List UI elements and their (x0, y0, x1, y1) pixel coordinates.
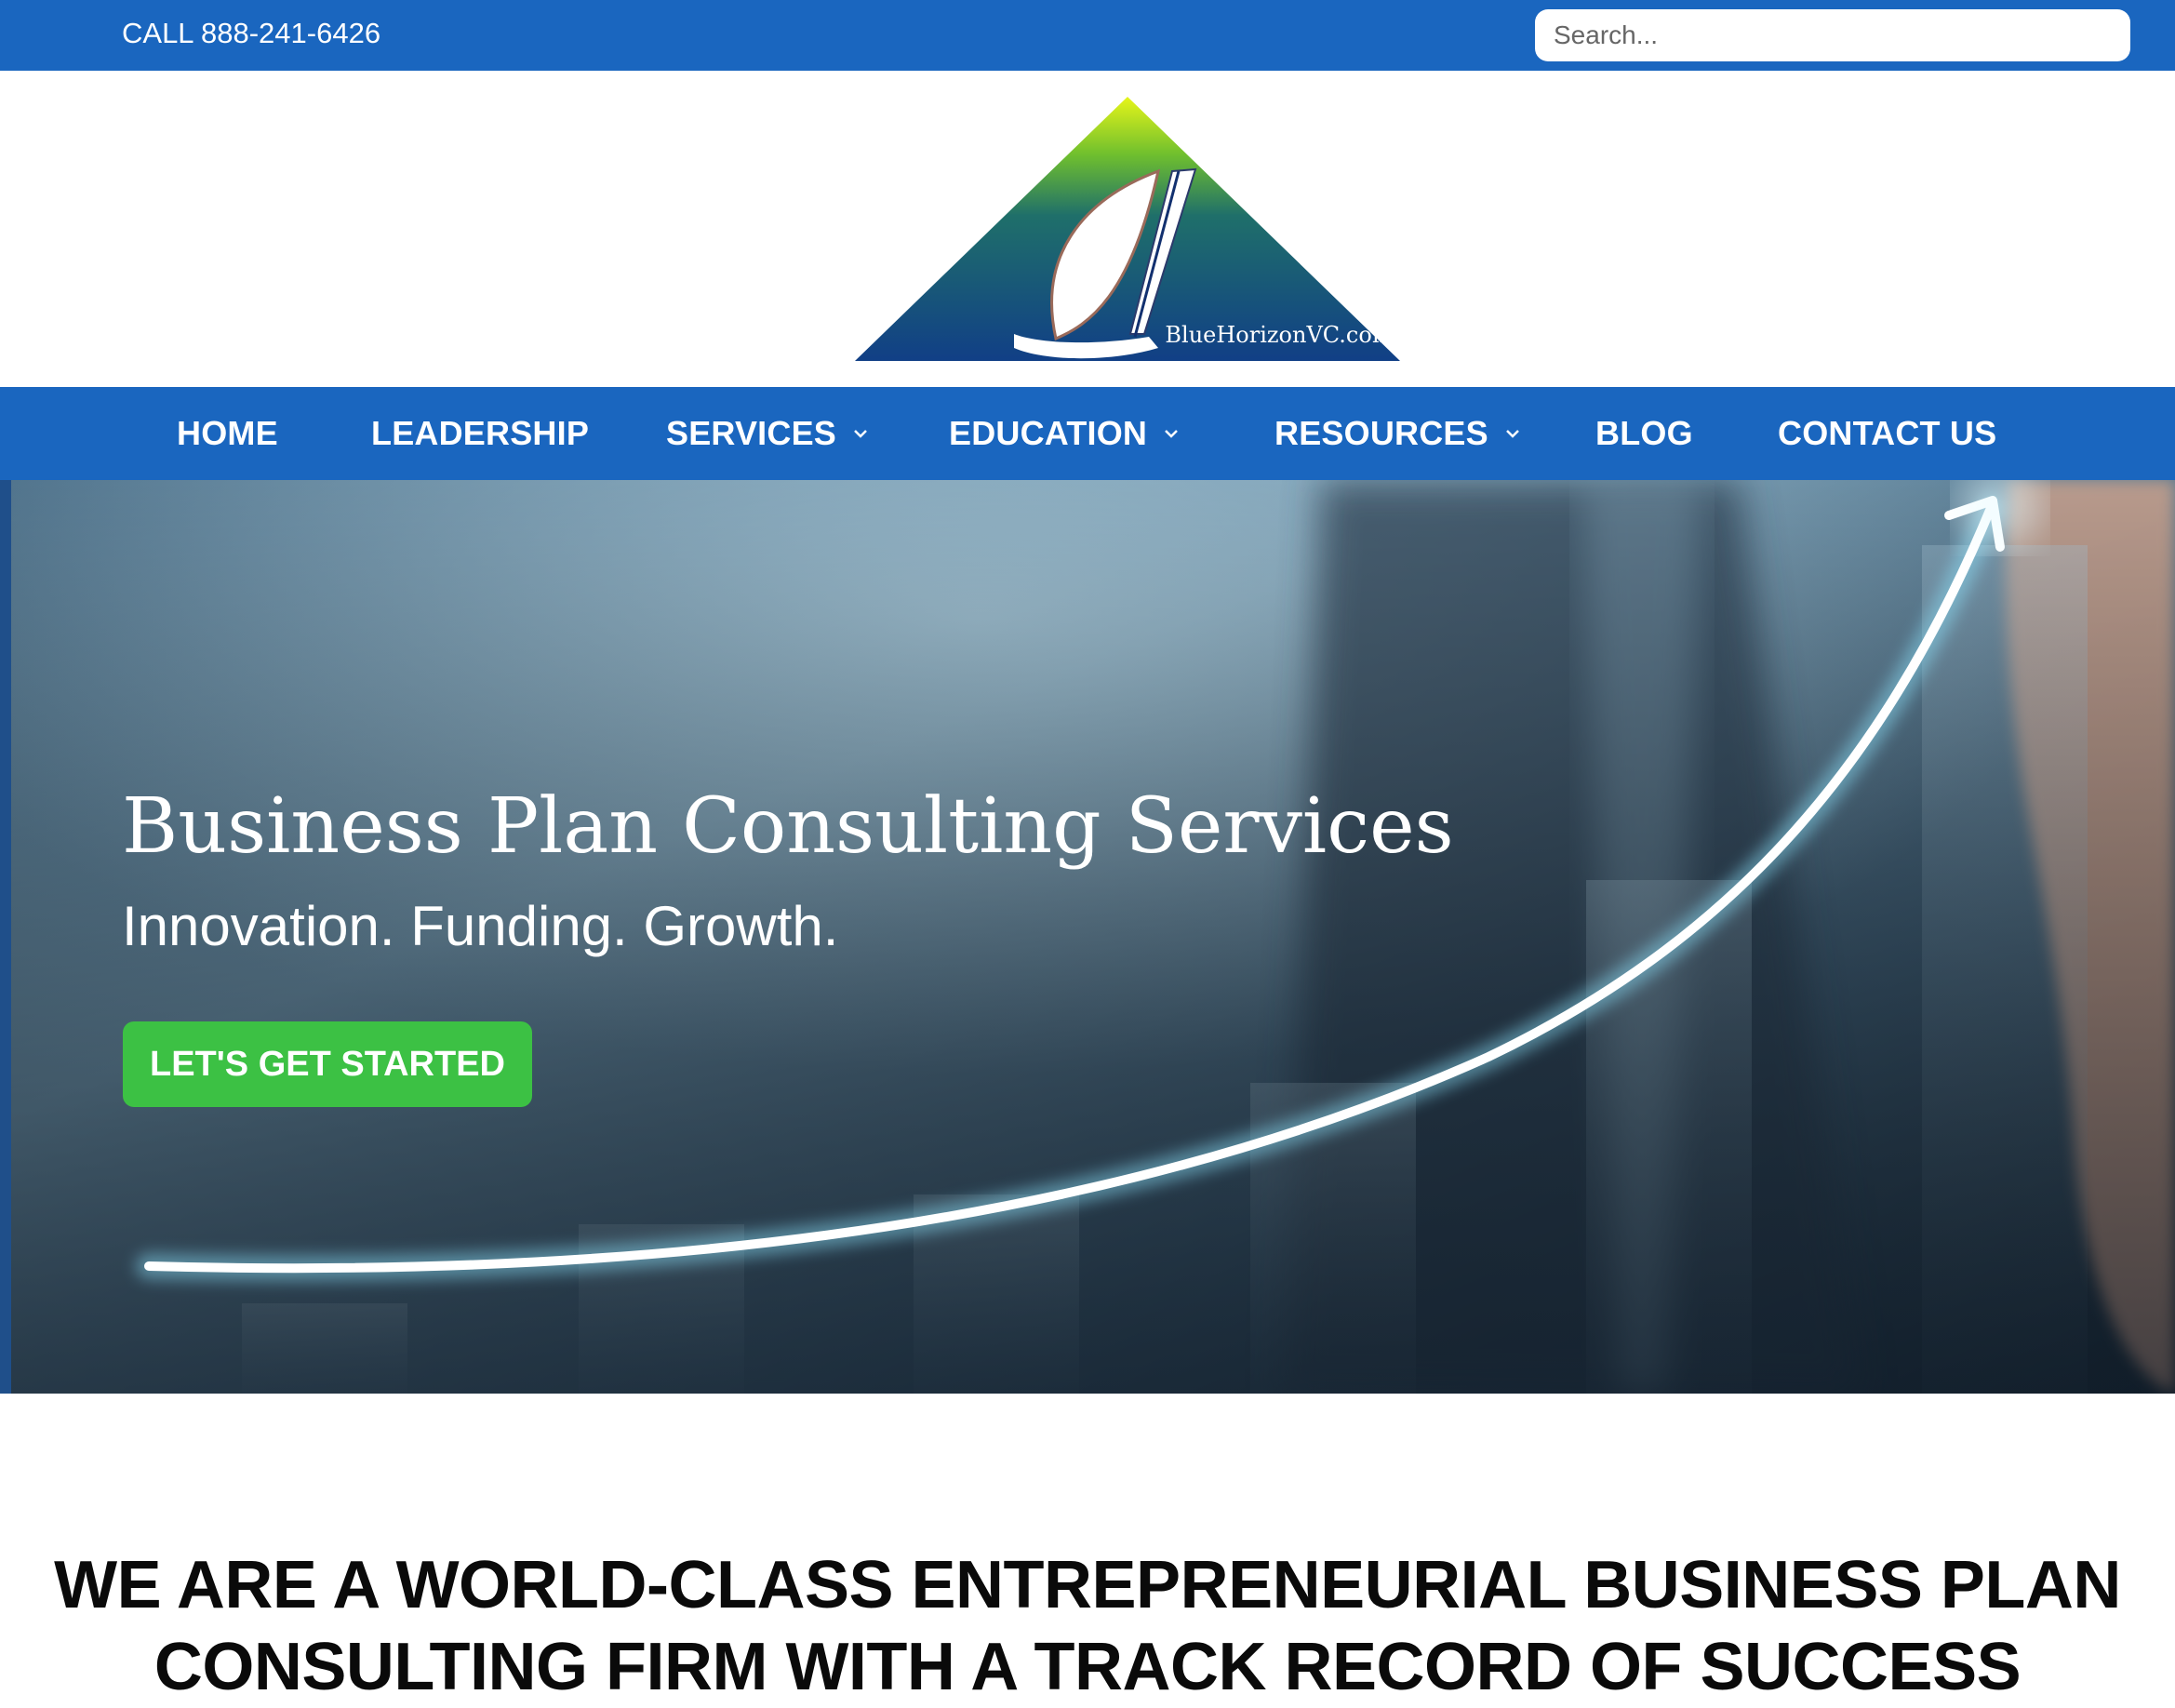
hero-title: Business Plan Consulting Services (122, 782, 1454, 871)
nav-item-label: EDUCATION (949, 414, 1148, 452)
nav-item-label: HOME (177, 414, 278, 452)
nav-item-resources[interactable]: RESOURCES (1274, 387, 1520, 480)
main-navigation: HOME LEADERSHIP SERVICES EDUCATION RESOU… (0, 387, 2175, 480)
hero-banner: Business Plan Consulting Services Innova… (0, 480, 2175, 1394)
phone-number[interactable]: CALL 888-241-6426 (122, 15, 380, 52)
intro-headline-line1: WE ARE A WORLD-CLASS ENTREPRENEURIAL BUS… (54, 1548, 2121, 1622)
logo-wordmark: BlueHorizonVC.com (1165, 322, 1393, 348)
nav-item-education[interactable]: EDUCATION (949, 387, 1179, 480)
nav-item-label: CONTACT US (1778, 414, 1997, 452)
chevron-down-icon (854, 430, 867, 438)
chevron-down-icon (1165, 430, 1179, 438)
nav-item-label: RESOURCES (1274, 414, 1488, 452)
intro-headline-line2: CONSULTING FIRM WITH A TRACK RECORD OF S… (153, 1630, 2022, 1704)
chevron-down-icon (1505, 430, 1519, 438)
nav-item-contact-us[interactable]: CONTACT US (1778, 387, 1996, 480)
header-logo-area: BlueHorizonVC.com (0, 71, 2175, 387)
nav-item-blog[interactable]: BLOG (1595, 387, 1693, 480)
get-started-button[interactable]: LET'S GET STARTED (123, 1021, 532, 1107)
nav-item-leadership[interactable]: LEADERSHIP (371, 387, 589, 480)
nav-item-label: SERVICES (666, 414, 837, 452)
intro-headline: WE ARE A WORLD-CLASS ENTREPRENEURIAL BUS… (0, 1544, 2175, 1708)
top-bar: CALL 888-241-6426 (0, 0, 2175, 71)
nav-item-label: LEADERSHIP (371, 414, 590, 452)
nav-item-label: BLOG (1595, 414, 1693, 452)
search-input[interactable] (1535, 9, 2130, 61)
site-logo[interactable]: BlueHorizonVC.com (851, 97, 1405, 368)
nav-item-services[interactable]: SERVICES (666, 387, 868, 480)
nav-item-home[interactable]: HOME (177, 387, 278, 480)
hero-subtitle: Innovation. Funding. Growth. (122, 895, 839, 957)
